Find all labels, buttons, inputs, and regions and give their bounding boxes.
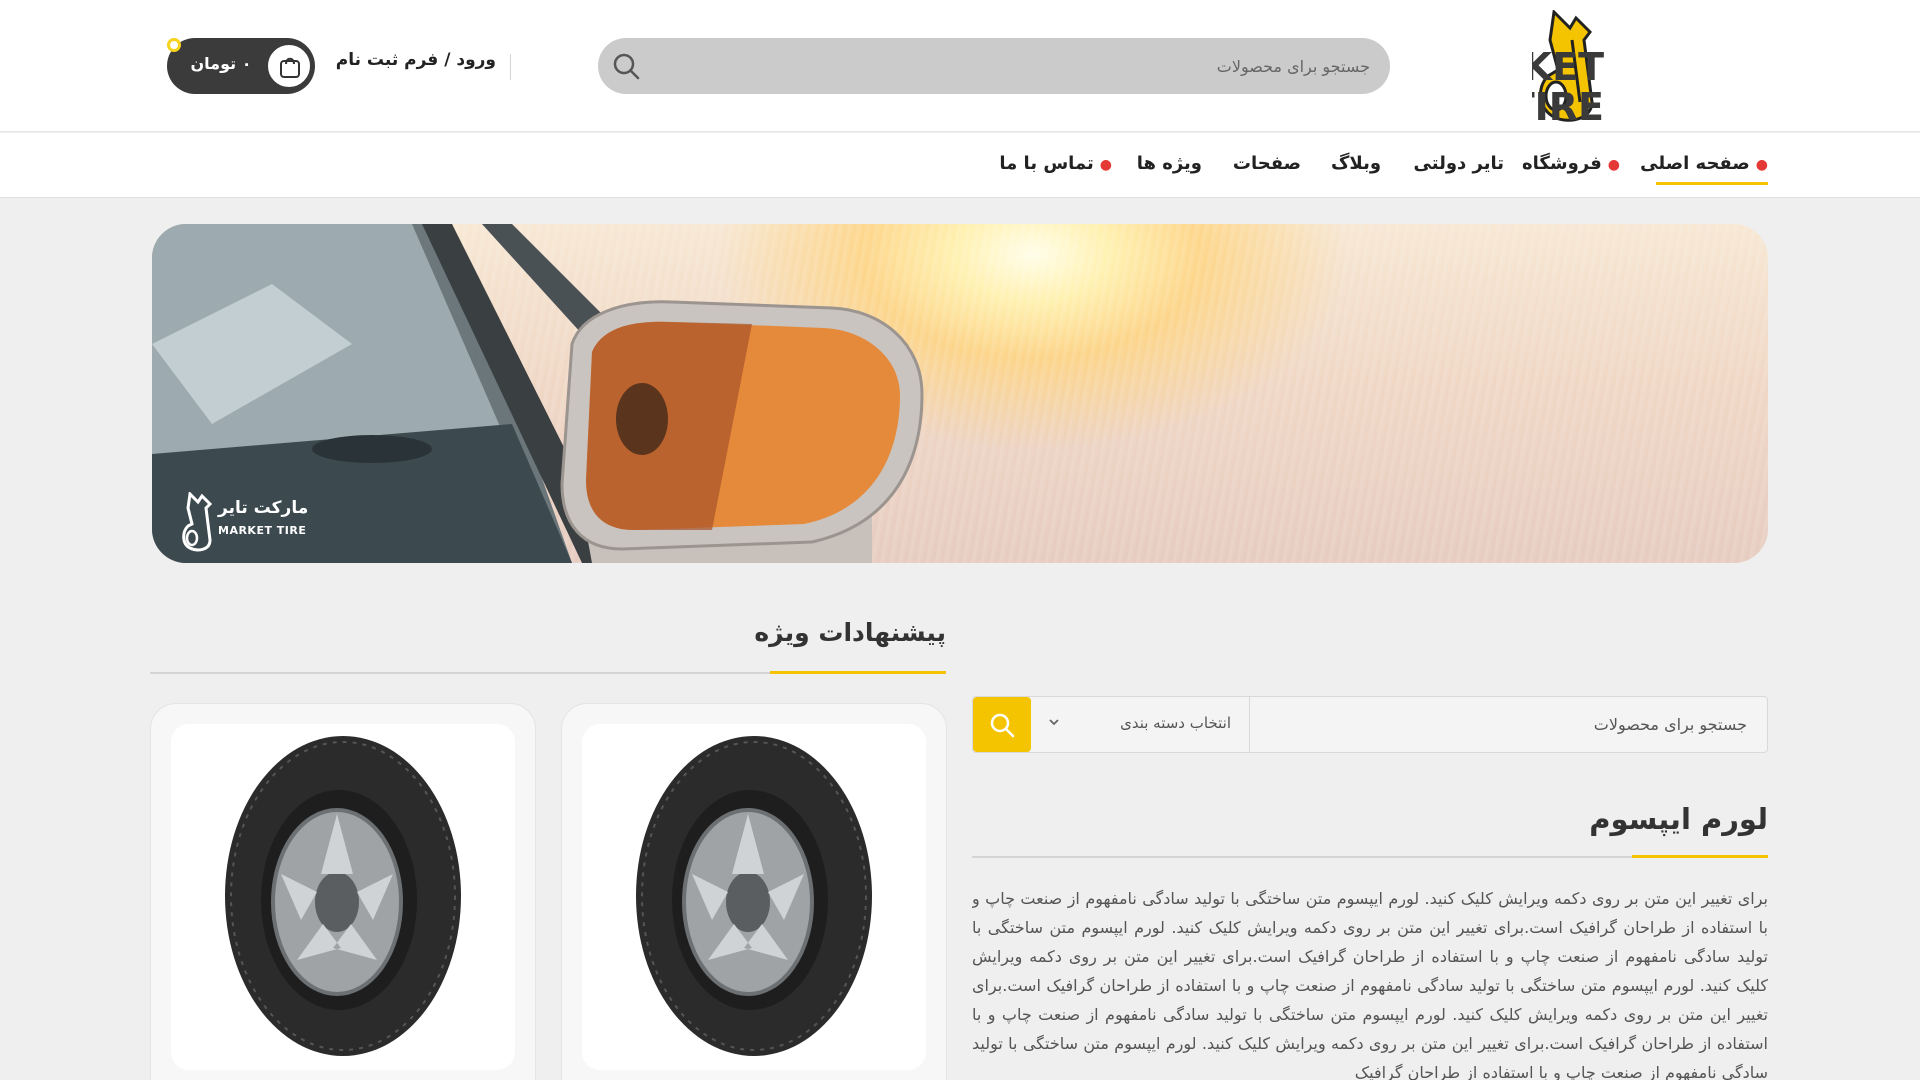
special-offers-title: پیشنهادات ویژه <box>754 618 946 647</box>
nav-item-label: تماس با ما <box>999 153 1094 174</box>
product-image[interactable] <box>171 724 515 1070</box>
hero-car-mirror-image <box>152 224 924 563</box>
market-tire-logo[interactable]: MARKET TIRE <box>1426 8 1768 129</box>
cart-price: ۰ تومان <box>190 54 252 73</box>
search-separator <box>1249 697 1250 752</box>
cart-count-badge <box>167 38 181 52</box>
article-body: برای تغییر این متن بر روی دکمه ویرایش کل… <box>972 889 1768 1080</box>
article-divider-accent <box>1632 855 1768 858</box>
nav-bullet: ● <box>1099 157 1112 173</box>
svg-text:TIRE: TIRE <box>1532 85 1604 126</box>
nav-item-contact[interactable]: ● تماس با ما <box>999 153 1112 185</box>
hero-brand-fa: مارکت تایر <box>218 498 309 518</box>
nav-item-label: صفحه اصلی <box>1640 153 1750 174</box>
nav-item-label: فروشگاه <box>1522 153 1602 174</box>
nav-item-pages[interactable]: صفحات <box>1230 153 1304 185</box>
cart-button[interactable]: ۰ تومان <box>167 38 315 94</box>
nav-bullet: ● <box>1607 157 1620 173</box>
cart-icon-wrap <box>265 42 313 90</box>
category-select-label: انتخاب دسته بندی <box>1120 714 1231 732</box>
hero-logo-icon <box>182 492 213 552</box>
product-card[interactable] <box>150 703 536 1080</box>
site-header: MARKET TIRE ورود / فرم ثبت نام ۰ تومان <box>0 0 1920 132</box>
search-icon <box>990 713 1015 738</box>
tire-image-icon <box>636 736 872 1056</box>
tire-image-icon <box>225 736 461 1056</box>
hero-brand-en: MARKET TIRE <box>218 524 307 537</box>
nav-item-home[interactable]: ● صفحه اصلی <box>1640 153 1768 185</box>
nav-item-shop[interactable]: ● فروشگاه <box>1522 153 1620 185</box>
svg-text:MARKET: MARKET <box>1532 45 1604 89</box>
special-offers-divider-accent <box>770 671 946 674</box>
nav-item-government-tire[interactable]: تایر دولتی <box>1414 153 1504 185</box>
main-navigation: ● صفحه اصلی ● فروشگاه تایر دولتی وبلاگ صفح… <box>0 133 1920 198</box>
nav-item-blog[interactable]: وبلاگ <box>1326 153 1386 185</box>
product-search-button[interactable] <box>973 697 1031 752</box>
product-search-widget: انتخاب دسته بندی <box>972 696 1768 753</box>
hero-brand-watermark: مارکت تایر MARKET TIRE <box>180 492 330 552</box>
category-select[interactable]: انتخاب دسته بندی <box>1031 697 1249 752</box>
nav-bullet: ● <box>1755 157 1768 173</box>
header-search <box>598 38 1390 94</box>
shopping-bag-icon <box>280 57 300 78</box>
product-image[interactable] <box>582 724 926 1070</box>
header-divider <box>510 54 511 80</box>
logo-mark-icon: MARKET TIRE <box>1426 8 1604 129</box>
login-register-link[interactable]: ورود / فرم ثبت نام <box>336 50 496 70</box>
article-title: لورم ایپسوم <box>1589 802 1768 836</box>
chevron-down-icon <box>1049 719 1059 726</box>
product-card[interactable] <box>561 703 947 1080</box>
product-search-input[interactable] <box>1247 697 1767 752</box>
nav-item-specials[interactable]: ویژه ها <box>1137 153 1202 185</box>
header-search-input[interactable] <box>670 38 1390 94</box>
search-icon[interactable] <box>610 50 642 82</box>
hero-banner[interactable]: مارکت تایر MARKET TIRE <box>152 224 1768 563</box>
